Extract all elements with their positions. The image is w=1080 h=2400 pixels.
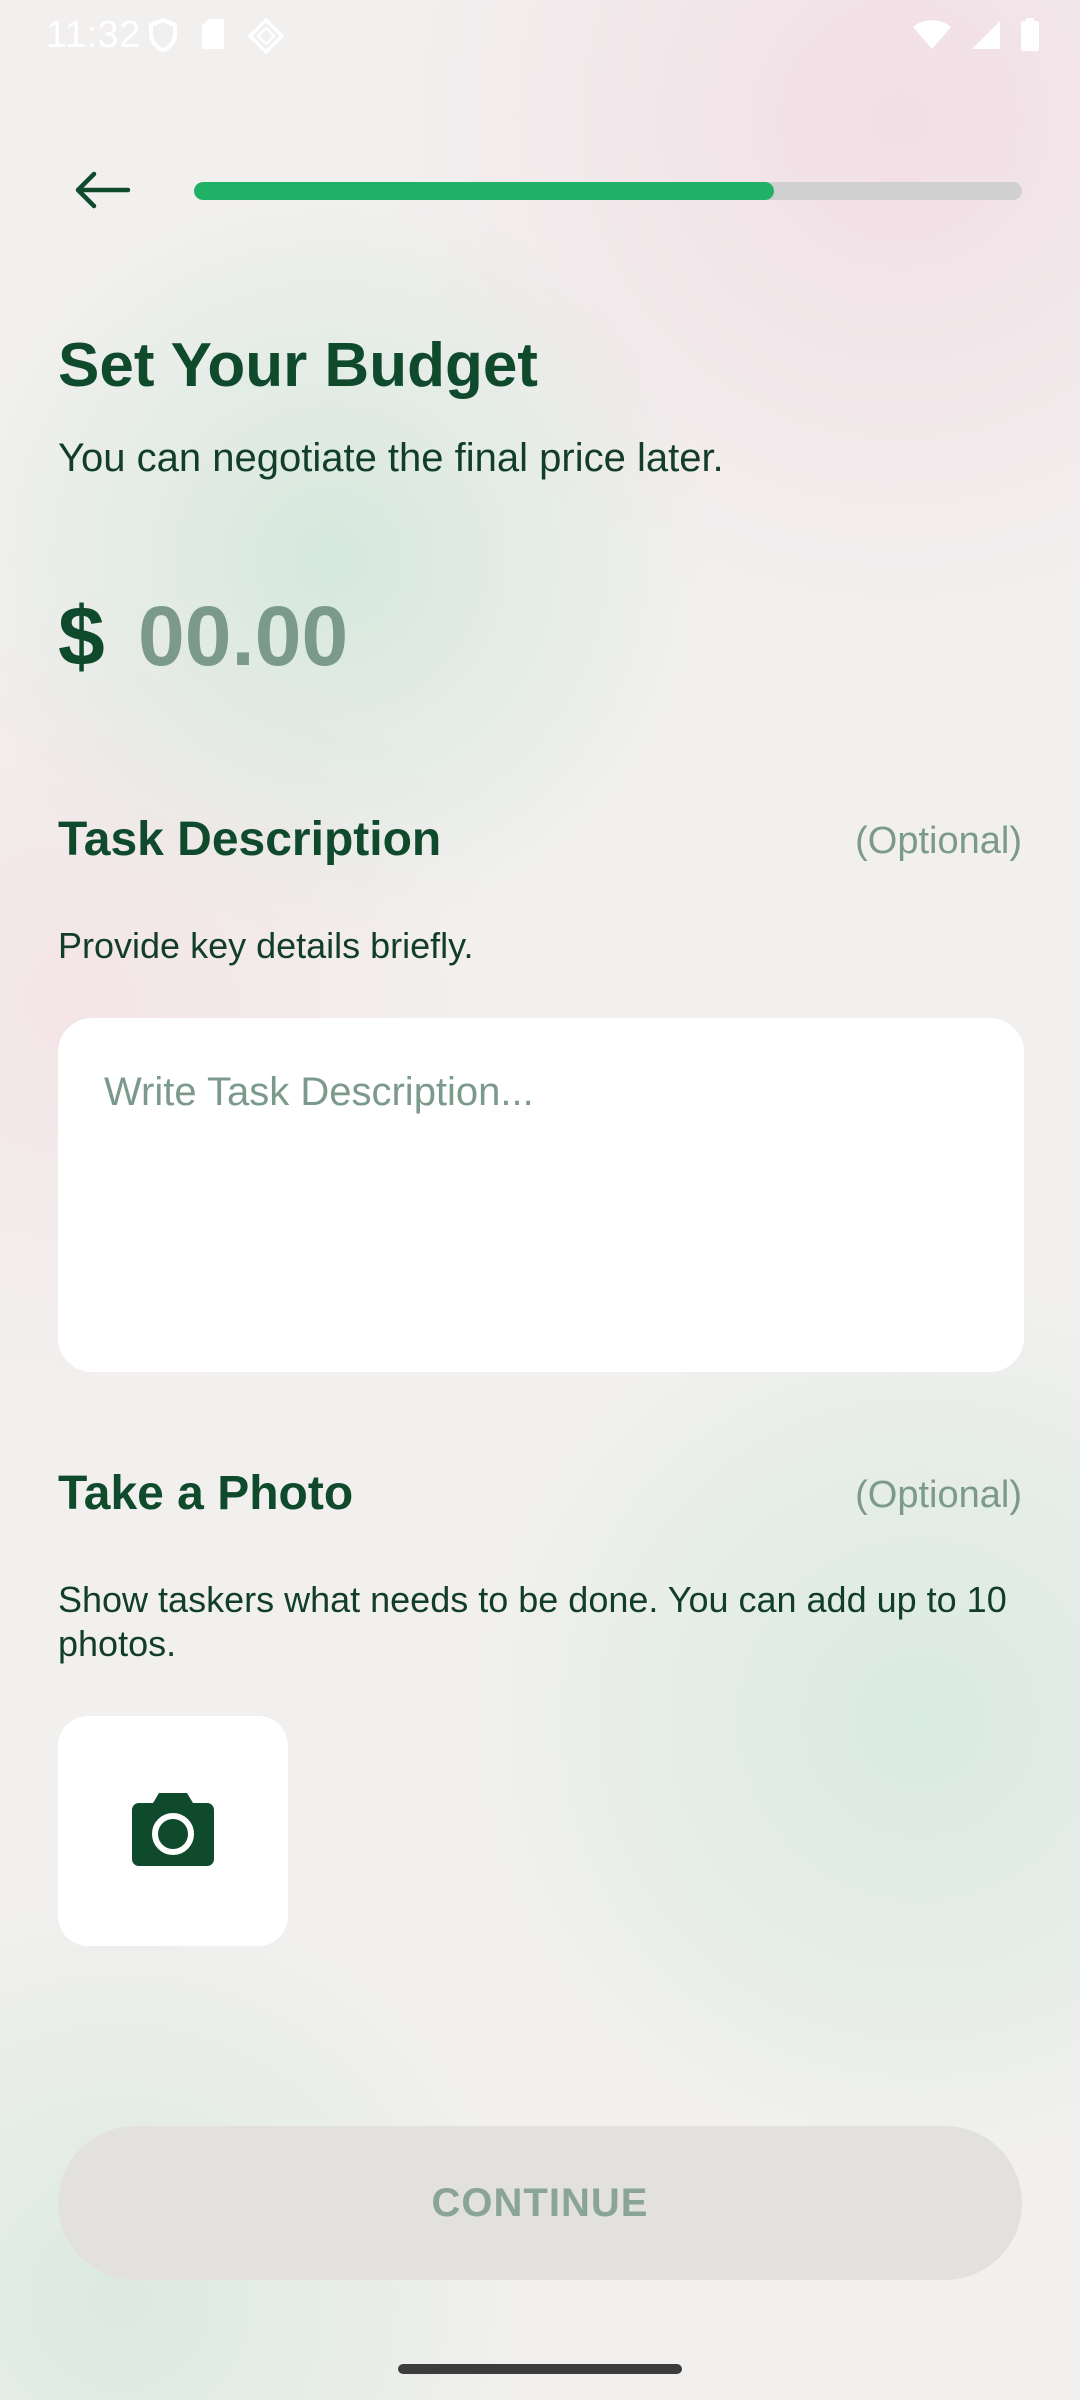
currency-symbol: $ <box>58 589 105 683</box>
continue-button-label: CONTINUE <box>431 2180 649 2225</box>
status-icons-right <box>912 18 1040 57</box>
task-description-input[interactable]: Write Task Description... <box>58 1018 1024 1372</box>
task-description-placeholder: Write Task Description... <box>104 1070 534 1114</box>
camera-icon <box>131 1791 215 1872</box>
add-photo-button[interactable] <box>58 1716 288 1946</box>
task-description-subtitle: Provide key details briefly. <box>58 925 474 966</box>
budget-amount-input[interactable]: 00.00 <box>138 588 348 685</box>
status-icons-left <box>148 17 285 59</box>
progress-bar-fill <box>194 182 774 200</box>
wifi-icon <box>912 19 952 56</box>
continue-button[interactable]: CONTINUE <box>58 2126 1022 2280</box>
photo-section-subtitle: Show taskers what needs to be done. You … <box>58 1579 1007 1664</box>
photo-optional-label: (Optional) <box>855 1474 1022 1516</box>
progress-bar <box>194 182 1022 200</box>
task-description-title: Task Description <box>58 813 442 866</box>
home-indicator[interactable] <box>398 2364 682 2374</box>
diamond-icon <box>247 17 285 59</box>
page-title: Set Your Budget <box>58 331 538 400</box>
shield-icon <box>148 17 178 59</box>
status-time: 11:32 <box>46 14 141 56</box>
photo-section-title: Take a Photo <box>58 1467 354 1520</box>
sd-card-icon <box>200 18 226 59</box>
back-button[interactable] <box>60 150 144 234</box>
task-description-optional-label: (Optional) <box>855 820 1022 862</box>
page-subtitle: You can negotiate the final price later. <box>58 436 724 480</box>
arrow-left-icon <box>72 170 132 215</box>
signal-icon <box>970 19 1002 56</box>
battery-icon <box>1020 18 1040 57</box>
